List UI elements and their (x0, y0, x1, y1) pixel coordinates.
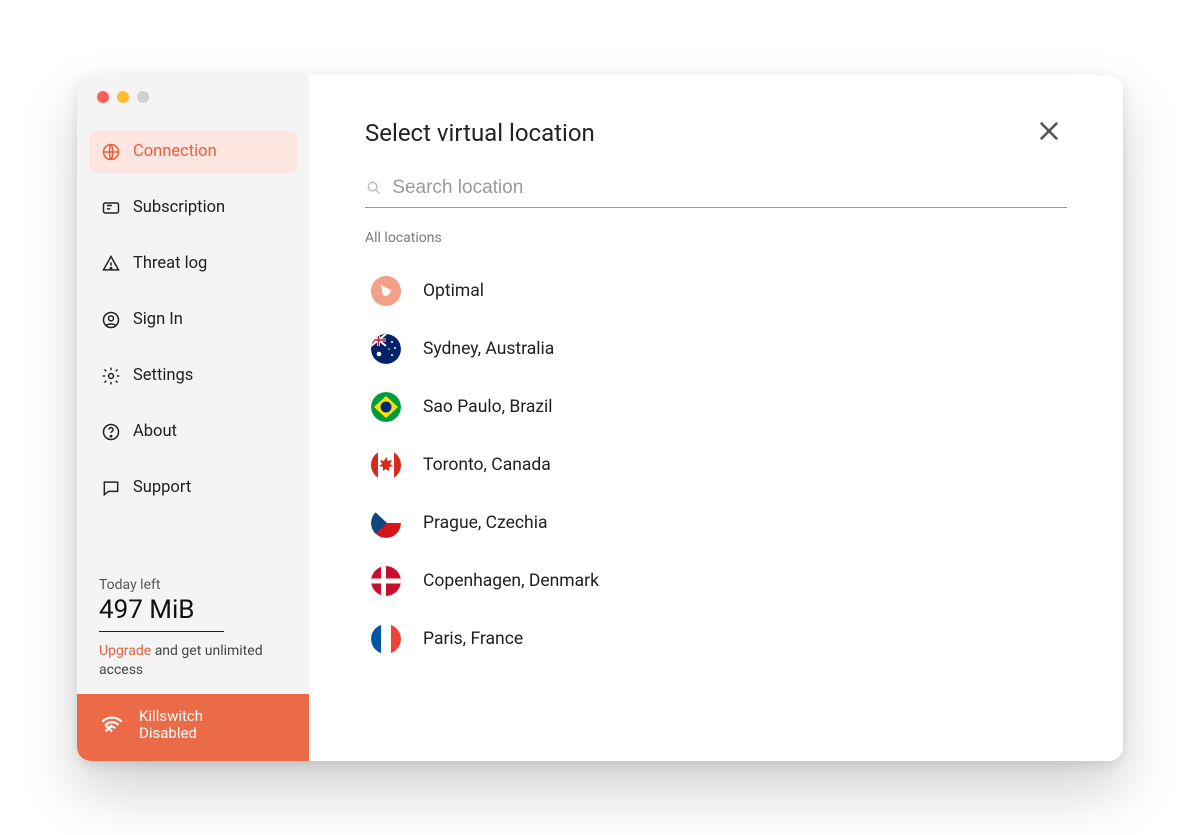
help-icon (101, 422, 121, 442)
flag-br-icon (371, 392, 401, 422)
window-controls (97, 91, 149, 103)
sidebar-item-label: Settings (133, 366, 193, 385)
sidebar-item-label: Connection (133, 142, 217, 161)
sidebar-item-support[interactable]: Support (89, 467, 297, 509)
sidebar-item-connection[interactable]: Connection (89, 131, 297, 173)
location-label: Paris, France (423, 629, 523, 649)
upgrade-text: Upgrade and get unlimited access (99, 642, 287, 680)
chat-icon (101, 478, 121, 498)
killswitch-line2: Disabled (139, 725, 203, 742)
location-au[interactable]: Sydney, Australia (365, 320, 1067, 378)
app-window: Connection Subscription Threat log (77, 75, 1123, 761)
location-cz[interactable]: Prague, Czechia (365, 494, 1067, 552)
zoom-window-dot[interactable] (137, 91, 149, 103)
sidebar-nav: Connection Subscription Threat log (77, 131, 309, 523)
sidebar-item-label: Support (133, 478, 191, 497)
sidebar-item-label: About (133, 422, 177, 441)
flag-au-icon (371, 334, 401, 364)
minimize-window-dot[interactable] (117, 91, 129, 103)
sidebar-item-settings[interactable]: Settings (89, 355, 297, 397)
location-dk[interactable]: Copenhagen, Denmark (365, 552, 1067, 610)
upgrade-link[interactable]: Upgrade (99, 643, 151, 659)
sidebar: Connection Subscription Threat log (77, 75, 309, 761)
location-label: Copenhagen, Denmark (423, 571, 599, 591)
close-window-dot[interactable] (97, 91, 109, 103)
flag-dk-icon (371, 566, 401, 596)
flag-ca-icon (371, 450, 401, 480)
search-icon (365, 179, 382, 197)
location-list: Optimal Sydney, Australia Sao Paulo, Bra… (365, 262, 1067, 668)
sidebar-item-label: Threat log (133, 254, 207, 273)
killswitch-banner[interactable]: Killswitch Disabled (77, 694, 309, 761)
wifi-off-icon (99, 712, 125, 738)
location-fr[interactable]: Paris, France (365, 610, 1067, 668)
alert-icon (101, 254, 121, 274)
gear-icon (101, 366, 121, 386)
flag-fr-icon (371, 624, 401, 654)
killswitch-line1: Killswitch (139, 708, 203, 725)
flag-cz-icon (371, 508, 401, 538)
quota-panel: Today left 497 MiB Upgrade and get unlim… (77, 577, 309, 694)
location-label: Toronto, Canada (423, 455, 551, 475)
location-ca[interactable]: Toronto, Canada (365, 436, 1067, 494)
page-title: Select virtual location (365, 119, 595, 147)
location-optimal[interactable]: Optimal (365, 262, 1067, 320)
sidebar-item-subscription[interactable]: Subscription (89, 187, 297, 229)
sidebar-item-threatlog[interactable]: Threat log (89, 243, 297, 285)
ticket-icon (101, 198, 121, 218)
quota-caption: Today left (99, 577, 287, 593)
sidebar-item-signin[interactable]: Sign In (89, 299, 297, 341)
location-label: Optimal (423, 281, 484, 301)
location-label: Sao Paulo, Brazil (423, 397, 553, 417)
location-label: Prague, Czechia (423, 513, 547, 533)
search-input[interactable] (392, 177, 1067, 199)
sidebar-item-about[interactable]: About (89, 411, 297, 453)
killswitch-text: Killswitch Disabled (139, 708, 203, 743)
location-br[interactable]: Sao Paulo, Brazil (365, 378, 1067, 436)
sidebar-item-label: Subscription (133, 198, 225, 217)
sidebar-item-label: Sign In (133, 310, 183, 329)
close-button[interactable] (1035, 117, 1067, 149)
globe-icon (101, 142, 121, 162)
main-panel: Select virtual location All locations (309, 75, 1123, 761)
section-label: All locations (365, 230, 1067, 246)
search-field[interactable] (365, 177, 1067, 208)
user-icon (101, 310, 121, 330)
quota-amount: 497 MiB (99, 595, 224, 632)
globe-optimal-icon (371, 276, 401, 306)
location-label: Sydney, Australia (423, 339, 554, 359)
